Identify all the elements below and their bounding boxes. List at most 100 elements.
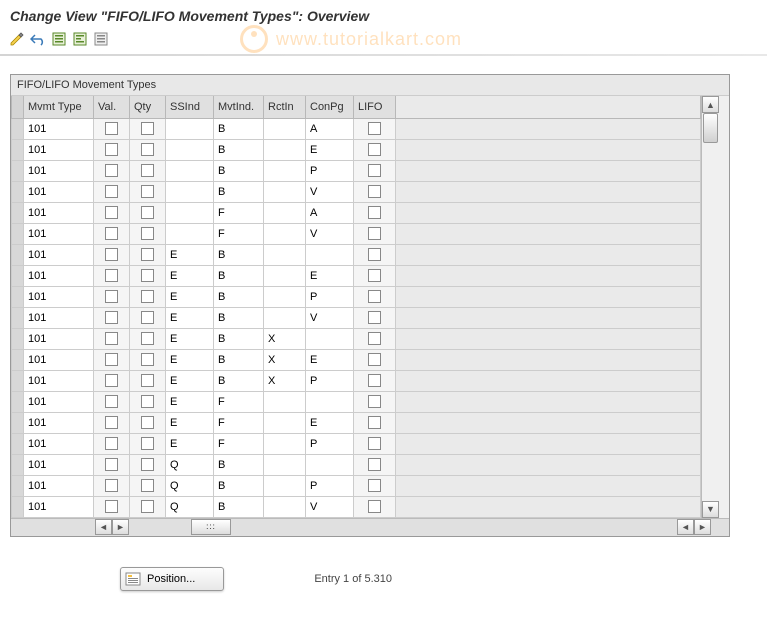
hscroll-left-2-icon[interactable]: ◄ [677, 519, 694, 535]
cell-mvtind[interactable]: F [214, 433, 264, 454]
cell-conpg[interactable]: V [306, 307, 354, 328]
cell-conpg[interactable]: V [306, 223, 354, 244]
row-handle[interactable] [12, 139, 24, 160]
cell-rctin[interactable]: X [264, 370, 306, 391]
cell-mvtind[interactable]: B [214, 139, 264, 160]
hscroll-left-1-icon[interactable]: ◄ [95, 519, 112, 535]
cell-qty[interactable] [130, 412, 166, 433]
checkbox-icon[interactable] [105, 479, 118, 492]
cell-conpg[interactable]: P [306, 433, 354, 454]
cell-ssind[interactable]: E [166, 349, 214, 370]
cell-ssind[interactable]: Q [166, 475, 214, 496]
checkbox-icon[interactable] [141, 122, 154, 135]
table-row[interactable]: 101QB [12, 454, 701, 475]
cell-mvmt[interactable]: 101 [24, 433, 94, 454]
checkbox-icon[interactable] [368, 332, 381, 345]
cell-mvtind[interactable]: B [214, 160, 264, 181]
cell-val[interactable] [94, 349, 130, 370]
table-row[interactable]: 101EB [12, 244, 701, 265]
table-row[interactable]: 101QBP [12, 475, 701, 496]
cell-mvmt[interactable]: 101 [24, 202, 94, 223]
cell-ssind[interactable]: Q [166, 496, 214, 517]
checkbox-icon[interactable] [105, 269, 118, 282]
cell-rctin[interactable] [264, 412, 306, 433]
cell-conpg[interactable]: P [306, 370, 354, 391]
checkbox-icon[interactable] [105, 206, 118, 219]
table-row[interactable]: 101EFE [12, 412, 701, 433]
cell-rctin[interactable]: X [264, 349, 306, 370]
col-conpg[interactable]: ConPg [306, 96, 354, 118]
cell-mvtind[interactable]: B [214, 475, 264, 496]
cell-ssind[interactable]: E [166, 307, 214, 328]
checkbox-icon[interactable] [368, 269, 381, 282]
checkbox-icon[interactable] [141, 164, 154, 177]
cell-val[interactable] [94, 286, 130, 307]
checkbox-icon[interactable] [105, 143, 118, 156]
cell-qty[interactable] [130, 370, 166, 391]
checkbox-icon[interactable] [368, 353, 381, 366]
checkbox-icon[interactable] [368, 395, 381, 408]
checkbox-icon[interactable] [105, 395, 118, 408]
cell-conpg[interactable]: A [306, 202, 354, 223]
checkbox-icon[interactable] [105, 416, 118, 429]
cell-lifo[interactable] [354, 181, 396, 202]
cell-mvtind[interactable]: B [214, 286, 264, 307]
cell-lifo[interactable] [354, 433, 396, 454]
cell-conpg[interactable]: E [306, 349, 354, 370]
cell-lifo[interactable] [354, 307, 396, 328]
cell-qty[interactable] [130, 307, 166, 328]
checkbox-icon[interactable] [141, 311, 154, 324]
hscroll-right-2-icon[interactable]: ► [694, 519, 711, 535]
table-row[interactable]: 101EBXP [12, 370, 701, 391]
checkbox-icon[interactable] [368, 416, 381, 429]
cell-val[interactable] [94, 475, 130, 496]
cell-lifo[interactable] [354, 244, 396, 265]
table-row[interactable]: 101BE [12, 139, 701, 160]
row-handle[interactable] [12, 181, 24, 202]
checkbox-icon[interactable] [368, 206, 381, 219]
cell-ssind[interactable] [166, 118, 214, 139]
cell-mvmt[interactable]: 101 [24, 454, 94, 475]
cell-qty[interactable] [130, 454, 166, 475]
checkbox-icon[interactable] [105, 248, 118, 261]
cell-val[interactable] [94, 244, 130, 265]
table-row[interactable]: 101BP [12, 160, 701, 181]
checkbox-icon[interactable] [141, 269, 154, 282]
cell-conpg[interactable]: V [306, 181, 354, 202]
table-row[interactable]: 101EBV [12, 307, 701, 328]
cell-mvmt[interactable]: 101 [24, 328, 94, 349]
table-row[interactable]: 101BV [12, 181, 701, 202]
cell-val[interactable] [94, 496, 130, 517]
cell-lifo[interactable] [354, 202, 396, 223]
cell-lifo[interactable] [354, 118, 396, 139]
cell-mvmt[interactable]: 101 [24, 286, 94, 307]
row-handle[interactable] [12, 328, 24, 349]
cell-lifo[interactable] [354, 160, 396, 181]
col-val[interactable]: Val. [94, 96, 130, 118]
cell-lifo[interactable] [354, 391, 396, 412]
checkbox-icon[interactable] [141, 248, 154, 261]
checkbox-icon[interactable] [141, 227, 154, 240]
table-row[interactable]: 101BA [12, 118, 701, 139]
checkbox-icon[interactable] [368, 143, 381, 156]
cell-mvmt[interactable]: 101 [24, 244, 94, 265]
vertical-scrollbar[interactable]: ▲ ▼ [701, 96, 719, 518]
cell-mvtind[interactable]: F [214, 202, 264, 223]
cell-conpg[interactable] [306, 244, 354, 265]
checkbox-icon[interactable] [105, 164, 118, 177]
cell-rctin[interactable] [264, 223, 306, 244]
cell-conpg[interactable]: P [306, 475, 354, 496]
cell-ssind[interactable]: E [166, 328, 214, 349]
scroll-up-icon[interactable]: ▲ [702, 96, 719, 113]
cell-rctin[interactable]: X [264, 328, 306, 349]
cell-rctin[interactable] [264, 475, 306, 496]
checkbox-icon[interactable] [141, 395, 154, 408]
cell-qty[interactable] [130, 181, 166, 202]
cell-mvtind[interactable]: B [214, 454, 264, 475]
table-row[interactable]: 101 F A [12, 202, 701, 223]
cell-val[interactable] [94, 307, 130, 328]
cell-qty[interactable] [130, 286, 166, 307]
checkbox-icon[interactable] [141, 416, 154, 429]
cell-ssind[interactable]: E [166, 433, 214, 454]
cell-conpg[interactable]: A [306, 118, 354, 139]
